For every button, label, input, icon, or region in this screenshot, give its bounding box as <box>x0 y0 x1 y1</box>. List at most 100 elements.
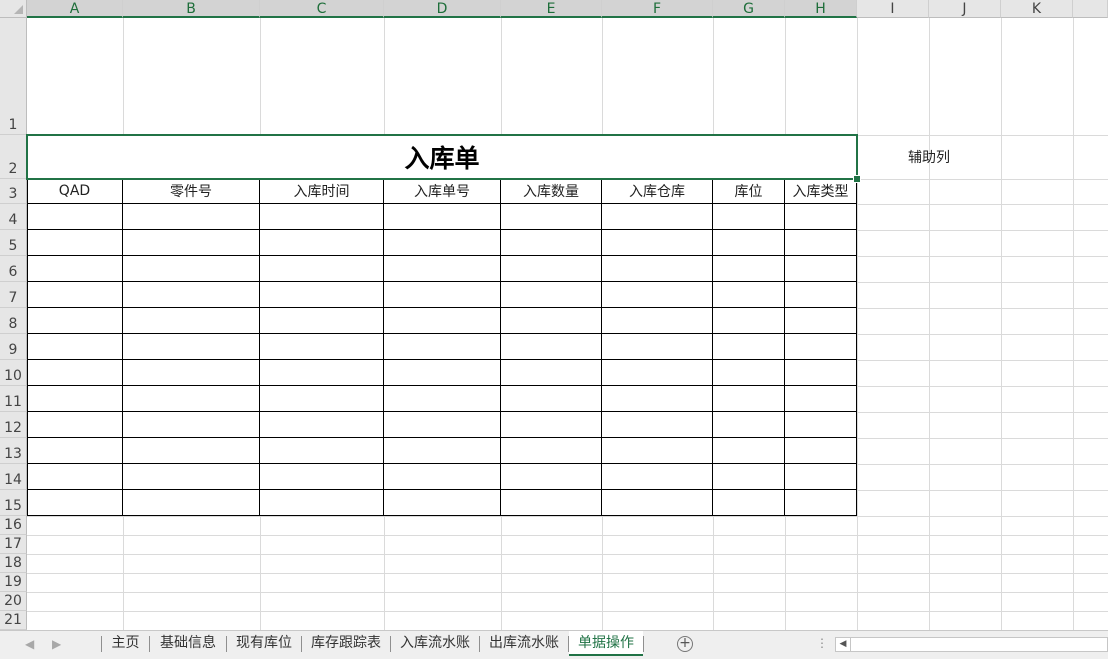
table-data-cell[interactable] <box>785 334 857 360</box>
table-data-cell[interactable] <box>501 360 602 386</box>
table-header-cell[interactable]: 入库数量 <box>501 179 602 204</box>
column-header[interactable]: D <box>384 0 501 18</box>
table-header-cell[interactable]: 零件号 <box>123 179 260 204</box>
table-data-cell[interactable] <box>123 438 260 464</box>
table-data-cell[interactable] <box>501 256 602 282</box>
table-data-cell[interactable] <box>123 256 260 282</box>
table-data-cell[interactable] <box>785 308 857 334</box>
spreadsheet-grid[interactable]: ABCDEFGHIJK 1 2 3 4 5 6 7 8 9 10 11 12 13 14 15 16 17 18 1… <box>0 0 1108 630</box>
table-data-cell[interactable] <box>713 360 785 386</box>
table-data-cell[interactable] <box>785 412 857 438</box>
column-header[interactable]: E <box>501 0 602 18</box>
table-data-cell[interactable] <box>260 490 384 516</box>
column-header[interactable]: J <box>929 0 1001 18</box>
table-data-cell[interactable] <box>27 334 123 360</box>
row-header[interactable]: 9 <box>0 334 27 360</box>
table-data-cell[interactable] <box>384 386 501 412</box>
table-data-cell[interactable] <box>602 386 713 412</box>
table-data-cell[interactable] <box>713 464 785 490</box>
fill-handle[interactable] <box>853 175 861 183</box>
row-header[interactable]: 12 <box>0 412 27 438</box>
row-header[interactable]: 2 <box>0 135 27 179</box>
table-data-cell[interactable] <box>713 282 785 308</box>
column-header[interactable]: F <box>602 0 713 18</box>
aux-column-cell[interactable]: 辅助列 <box>857 135 1001 179</box>
table-data-cell[interactable] <box>785 464 857 490</box>
sheet-tab[interactable]: 主页 <box>102 631 149 656</box>
table-data-cell[interactable] <box>501 386 602 412</box>
table-data-cell[interactable] <box>602 256 713 282</box>
table-data-cell[interactable] <box>713 386 785 412</box>
table-data-cell[interactable] <box>260 412 384 438</box>
row-header[interactable]: 20 <box>0 592 27 611</box>
table-data-cell[interactable] <box>785 360 857 386</box>
table-data-cell[interactable] <box>785 386 857 412</box>
sheet-tab[interactable]: 出库流水账 <box>480 631 568 656</box>
table-data-cell[interactable] <box>27 412 123 438</box>
row-header[interactable]: 16 <box>0 516 27 535</box>
table-data-cell[interactable] <box>27 386 123 412</box>
table-header-cell[interactable]: QAD <box>27 179 123 204</box>
table-data-cell[interactable] <box>384 438 501 464</box>
table-data-cell[interactable] <box>123 412 260 438</box>
table-data-cell[interactable] <box>501 334 602 360</box>
sheet-tab[interactable]: 现有库位 <box>227 631 301 656</box>
row-header[interactable]: 7 <box>0 282 27 308</box>
table-data-cell[interactable] <box>785 490 857 516</box>
table-header-cell[interactable]: 入库单号 <box>384 179 501 204</box>
table-data-cell[interactable] <box>713 438 785 464</box>
table-data-cell[interactable] <box>123 464 260 490</box>
column-header[interactable]: H <box>785 0 857 18</box>
table-data-cell[interactable] <box>123 334 260 360</box>
table-data-cell[interactable] <box>123 308 260 334</box>
row-header[interactable]: 19 <box>0 573 27 592</box>
column-header[interactable]: I <box>857 0 929 18</box>
row-header[interactable]: 6 <box>0 256 27 282</box>
table-data-cell[interactable] <box>260 308 384 334</box>
table-data-cell[interactable] <box>384 464 501 490</box>
row-header[interactable]: 5 <box>0 230 27 256</box>
table-data-cell[interactable] <box>785 230 857 256</box>
table-data-cell[interactable] <box>501 438 602 464</box>
table-data-cell[interactable] <box>384 334 501 360</box>
table-header-cell[interactable]: 入库类型 <box>785 179 857 204</box>
table-data-cell[interactable] <box>713 256 785 282</box>
table-data-cell[interactable] <box>27 360 123 386</box>
table-header-cell[interactable]: 库位 <box>713 179 785 204</box>
table-data-cell[interactable] <box>501 204 602 230</box>
table-data-cell[interactable] <box>27 308 123 334</box>
table-data-cell[interactable] <box>384 490 501 516</box>
table-data-cell[interactable] <box>384 256 501 282</box>
table-data-cell[interactable] <box>123 386 260 412</box>
table-data-cell[interactable] <box>123 490 260 516</box>
column-header[interactable]: B <box>123 0 260 18</box>
table-data-cell[interactable] <box>602 490 713 516</box>
table-data-cell[interactable] <box>123 204 260 230</box>
table-data-cell[interactable] <box>260 464 384 490</box>
table-data-cell[interactable] <box>602 282 713 308</box>
row-header[interactable]: 11 <box>0 386 27 412</box>
sheet-tab[interactable]: 单据操作 <box>569 631 643 656</box>
table-data-cell[interactable] <box>602 308 713 334</box>
table-data-cell[interactable] <box>785 438 857 464</box>
table-header-cell[interactable]: 入库时间 <box>260 179 384 204</box>
horizontal-scrollbar[interactable]: ◀ <box>835 637 1108 652</box>
row-header[interactable]: 10 <box>0 360 27 386</box>
table-data-cell[interactable] <box>27 256 123 282</box>
table-data-cell[interactable] <box>27 464 123 490</box>
chevron-right-icon[interactable]: ▶ <box>52 637 61 651</box>
column-header[interactable]: C <box>260 0 384 18</box>
table-data-cell[interactable] <box>123 360 260 386</box>
table-data-cell[interactable] <box>123 282 260 308</box>
table-data-cell[interactable] <box>602 230 713 256</box>
row-header[interactable]: 13 <box>0 438 27 464</box>
table-data-cell[interactable] <box>602 204 713 230</box>
table-data-cell[interactable] <box>260 204 384 230</box>
row-header[interactable]: 1 <box>0 18 27 135</box>
column-header[interactable]: G <box>713 0 785 18</box>
row-header[interactable]: 15 <box>0 490 27 516</box>
table-data-cell[interactable] <box>713 308 785 334</box>
table-data-cell[interactable] <box>27 230 123 256</box>
table-data-cell[interactable] <box>501 230 602 256</box>
table-data-cell[interactable] <box>785 256 857 282</box>
